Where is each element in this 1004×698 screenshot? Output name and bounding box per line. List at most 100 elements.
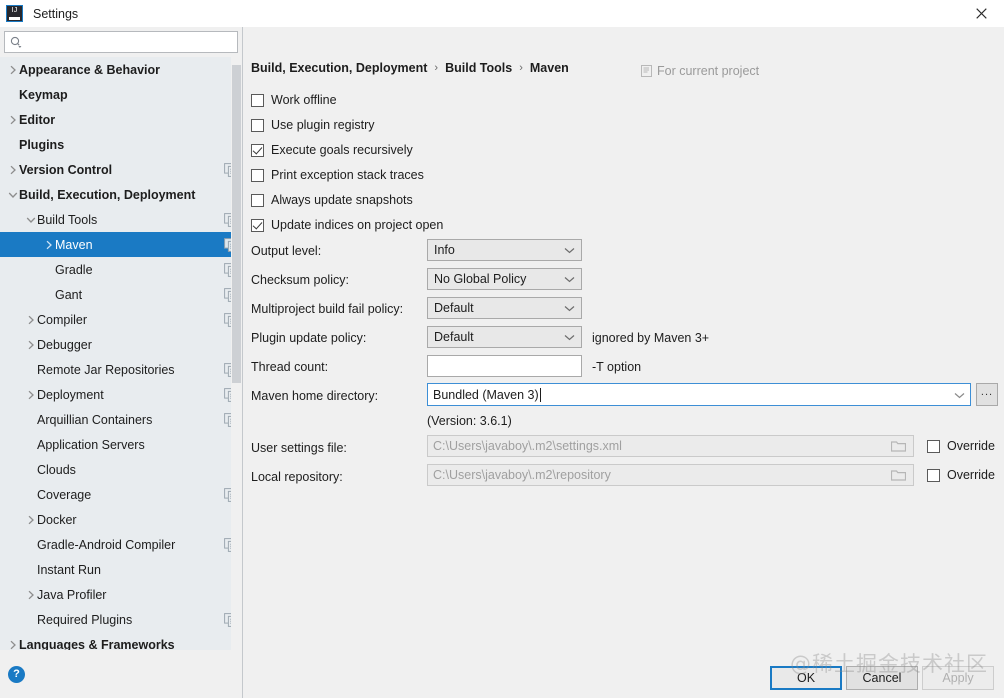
- sidebar-item-remote-jar-repositories[interactable]: Remote Jar Repositories: [0, 357, 242, 382]
- intellij-logo-icon: IJ: [6, 5, 23, 22]
- sidebar-item-plugins[interactable]: Plugins: [0, 132, 242, 157]
- chevron-right-icon[interactable]: [6, 165, 19, 175]
- sidebar-item-build-tools[interactable]: Build Tools: [0, 207, 242, 232]
- user-settings-value: C:\Users\javaboy\.m2\settings.xml: [433, 439, 622, 453]
- breadcrumb-item[interactable]: Build Tools: [445, 61, 512, 75]
- plugin-update-policy-label: Plugin update policy:: [251, 331, 367, 345]
- sidebar-item-compiler[interactable]: Compiler: [0, 307, 242, 332]
- chevron-right-icon[interactable]: [24, 515, 37, 525]
- checkbox-box: [927, 468, 940, 482]
- maven-home-browse-button[interactable]: ...: [976, 383, 998, 406]
- local-repository-input[interactable]: C:\Users\javaboy\.m2\repository: [427, 464, 914, 486]
- sidebar-item-coverage[interactable]: Coverage: [0, 482, 242, 507]
- sidebar-item-arquillian-containers[interactable]: Arquillian Containers: [0, 407, 242, 432]
- sidebar-item-label: Required Plugins: [37, 612, 133, 627]
- dialog-button-bar: OK Cancel Apply: [770, 666, 994, 690]
- checksum-policy-select[interactable]: No Global Policy: [427, 268, 582, 290]
- sidebar-item-languages-frameworks[interactable]: Languages & Frameworks: [0, 632, 242, 650]
- checkbox-use-plugin-registry[interactable]: Use plugin registry: [251, 118, 375, 132]
- search-input[interactable]: [23, 33, 227, 51]
- checkbox-work-offline[interactable]: Work offline: [251, 93, 337, 107]
- settings-tree: Appearance & Behavior Keymap Editor Plugins…: [0, 57, 242, 650]
- sidebar-item-required-plugins[interactable]: Required Plugins: [0, 607, 242, 632]
- checkbox-update-indices-on-project-open[interactable]: Update indices on project open: [251, 218, 443, 232]
- checkbox-box: [251, 193, 264, 207]
- sidebar-scrollbar-thumb[interactable]: [232, 65, 241, 383]
- sidebar-item-version-control[interactable]: Version Control: [0, 157, 242, 182]
- breadcrumb-separator: ›: [434, 62, 439, 74]
- chevron-right-icon[interactable]: [24, 390, 37, 400]
- cancel-button[interactable]: Cancel: [846, 666, 918, 690]
- sidebar-item-debugger[interactable]: Debugger: [0, 332, 242, 357]
- checkbox-print-exception-stack-traces[interactable]: Print exception stack traces: [251, 168, 424, 182]
- sidebar-item-instant-run[interactable]: Instant Run: [0, 557, 242, 582]
- apply-button: Apply: [922, 666, 994, 690]
- close-icon[interactable]: [958, 0, 1004, 27]
- local-repository-override-checkbox[interactable]: Override: [927, 468, 995, 482]
- help-icon[interactable]: ?: [8, 665, 25, 683]
- sidebar-item-label: Clouds: [37, 462, 76, 477]
- thread-count-hint: -T option: [592, 360, 642, 374]
- checkbox-execute-goals-recursively[interactable]: Execute goals recursively: [251, 143, 413, 157]
- chevron-down-icon[interactable]: [6, 191, 19, 199]
- checkbox-always-update-snapshots[interactable]: Always update snapshots: [251, 193, 413, 207]
- sidebar-item-java-profiler[interactable]: Java Profiler: [0, 582, 242, 607]
- sidebar-item-maven[interactable]: Maven: [0, 232, 242, 257]
- sidebar-item-docker[interactable]: Docker: [0, 507, 242, 532]
- chevron-down-icon: [564, 305, 575, 312]
- maven-home-value: Bundled (Maven 3): [433, 387, 541, 402]
- sidebar-item-keymap[interactable]: Keymap: [0, 82, 242, 107]
- sidebar-item-appearance-behavior[interactable]: Appearance & Behavior: [0, 57, 242, 82]
- sidebar-item-clouds[interactable]: Clouds: [0, 457, 242, 482]
- title-bar: IJ Settings: [0, 0, 1004, 27]
- plugin-update-policy-select[interactable]: Default: [427, 326, 582, 348]
- checkbox-box: [927, 439, 940, 453]
- maven-home-input[interactable]: Bundled (Maven 3): [427, 383, 971, 406]
- sidebar-item-label: Keymap: [19, 87, 68, 102]
- chevron-right-icon[interactable]: [6, 65, 19, 75]
- output-level-select[interactable]: Info: [427, 239, 582, 261]
- checkbox-box: [251, 143, 264, 157]
- thread-count-input[interactable]: [427, 355, 582, 377]
- breadcrumb-item[interactable]: Maven: [530, 61, 569, 75]
- sidebar-item-label: Maven: [55, 237, 93, 252]
- search-icon: [10, 36, 22, 48]
- sidebar-item-gant[interactable]: Gant: [0, 282, 242, 307]
- breadcrumb-separator: ›: [519, 62, 523, 74]
- chevron-right-icon[interactable]: [24, 590, 37, 600]
- ok-button[interactable]: OK: [770, 666, 842, 690]
- plugin-update-policy-value: Default: [434, 330, 474, 344]
- sidebar-item-label: Version Control: [19, 162, 113, 177]
- folder-icon[interactable]: [888, 440, 908, 452]
- text-caret: [539, 387, 541, 402]
- multiproject-policy-label: Multiproject build fail policy:: [251, 302, 404, 316]
- sidebar-item-gradle-android-compiler[interactable]: Gradle-Android Compiler: [0, 532, 242, 557]
- checksum-policy-label: Checksum policy:: [251, 273, 349, 287]
- sidebar-item-application-servers[interactable]: Application Servers: [0, 432, 242, 457]
- checksum-policy-value: No Global Policy: [434, 272, 527, 286]
- chevron-right-icon[interactable]: [42, 240, 55, 250]
- sidebar-item-label: Appearance & Behavior: [19, 62, 161, 77]
- search-box[interactable]: [4, 31, 238, 53]
- checkbox-box: [251, 218, 264, 232]
- user-settings-input[interactable]: C:\Users\javaboy\.m2\settings.xml: [427, 435, 914, 457]
- chevron-right-icon[interactable]: [6, 115, 19, 125]
- multiproject-policy-select[interactable]: Default: [427, 297, 582, 319]
- sidebar-item-label: Instant Run: [37, 562, 101, 577]
- sidebar-item-deployment[interactable]: Deployment: [0, 382, 242, 407]
- chevron-right-icon[interactable]: [24, 315, 37, 325]
- user-settings-override-checkbox[interactable]: Override: [927, 439, 995, 453]
- sidebar-scrollbar[interactable]: [231, 57, 242, 650]
- sidebar-item-gradle[interactable]: Gradle: [0, 257, 242, 282]
- chevron-right-icon[interactable]: [24, 340, 37, 350]
- sidebar-item-editor[interactable]: Editor: [0, 107, 242, 132]
- chevron-right-icon[interactable]: [6, 640, 19, 650]
- sidebar-item-build-execution-deployment[interactable]: Build, Execution, Deployment: [0, 182, 242, 207]
- local-repository-label: Local repository:: [251, 470, 343, 484]
- maven-version-note: (Version: 3.6.1): [427, 414, 512, 428]
- for-current-project-text: For current project: [657, 64, 760, 78]
- breadcrumb-item[interactable]: Build, Execution, Deployment: [251, 61, 427, 75]
- chevron-down-icon: [564, 334, 575, 341]
- folder-icon[interactable]: [888, 469, 908, 481]
- chevron-down-icon[interactable]: [24, 216, 37, 224]
